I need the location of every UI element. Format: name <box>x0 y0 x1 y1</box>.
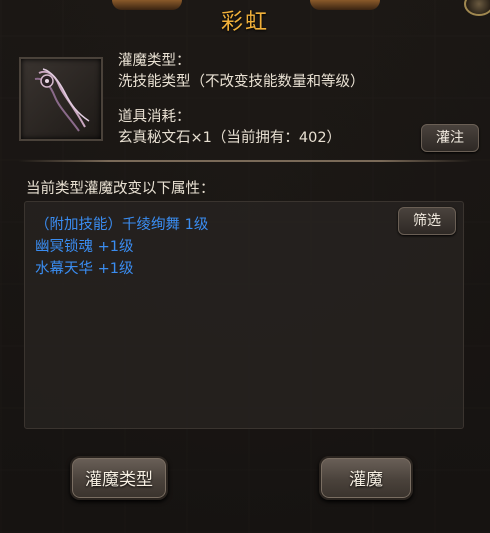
attribute-line-3: 水幕天华 +1级 <box>35 261 134 277</box>
window-title: 彩虹 <box>220 10 269 35</box>
enchant-panel: 彩虹 灌魔类型： 洗技能类型（不改变技能数量和等级） 道具消耗： 玄真秘文石×1… <box>0 0 490 533</box>
attribute-line-1: （附加技能）千绫绚舞 1级 <box>35 217 209 233</box>
inject-button[interactable]: 灌注 <box>421 124 479 152</box>
item-cost-label: 道具消耗： <box>118 109 191 125</box>
ribbon-weapon-icon <box>34 68 90 132</box>
section-divider <box>18 160 472 162</box>
item-icon-slot[interactable] <box>19 57 103 141</box>
attributes-header: 当前类型灌魔改变以下属性： <box>26 181 215 197</box>
filter-button[interactable]: 筛选 <box>398 207 456 235</box>
enchant-type-label: 灌魔类型： <box>118 53 191 69</box>
attribute-line-2: 幽冥锁魂 +1级 <box>35 239 134 255</box>
enchant-type-button[interactable]: 灌魔类型 <box>70 456 168 500</box>
enchant-button[interactable]: 灌魔 <box>319 456 413 500</box>
enchant-type-value: 洗技能类型（不改变技能数量和等级） <box>118 74 365 90</box>
item-cost-value: 玄真秘文石×1（当前拥有：402） <box>118 130 342 146</box>
